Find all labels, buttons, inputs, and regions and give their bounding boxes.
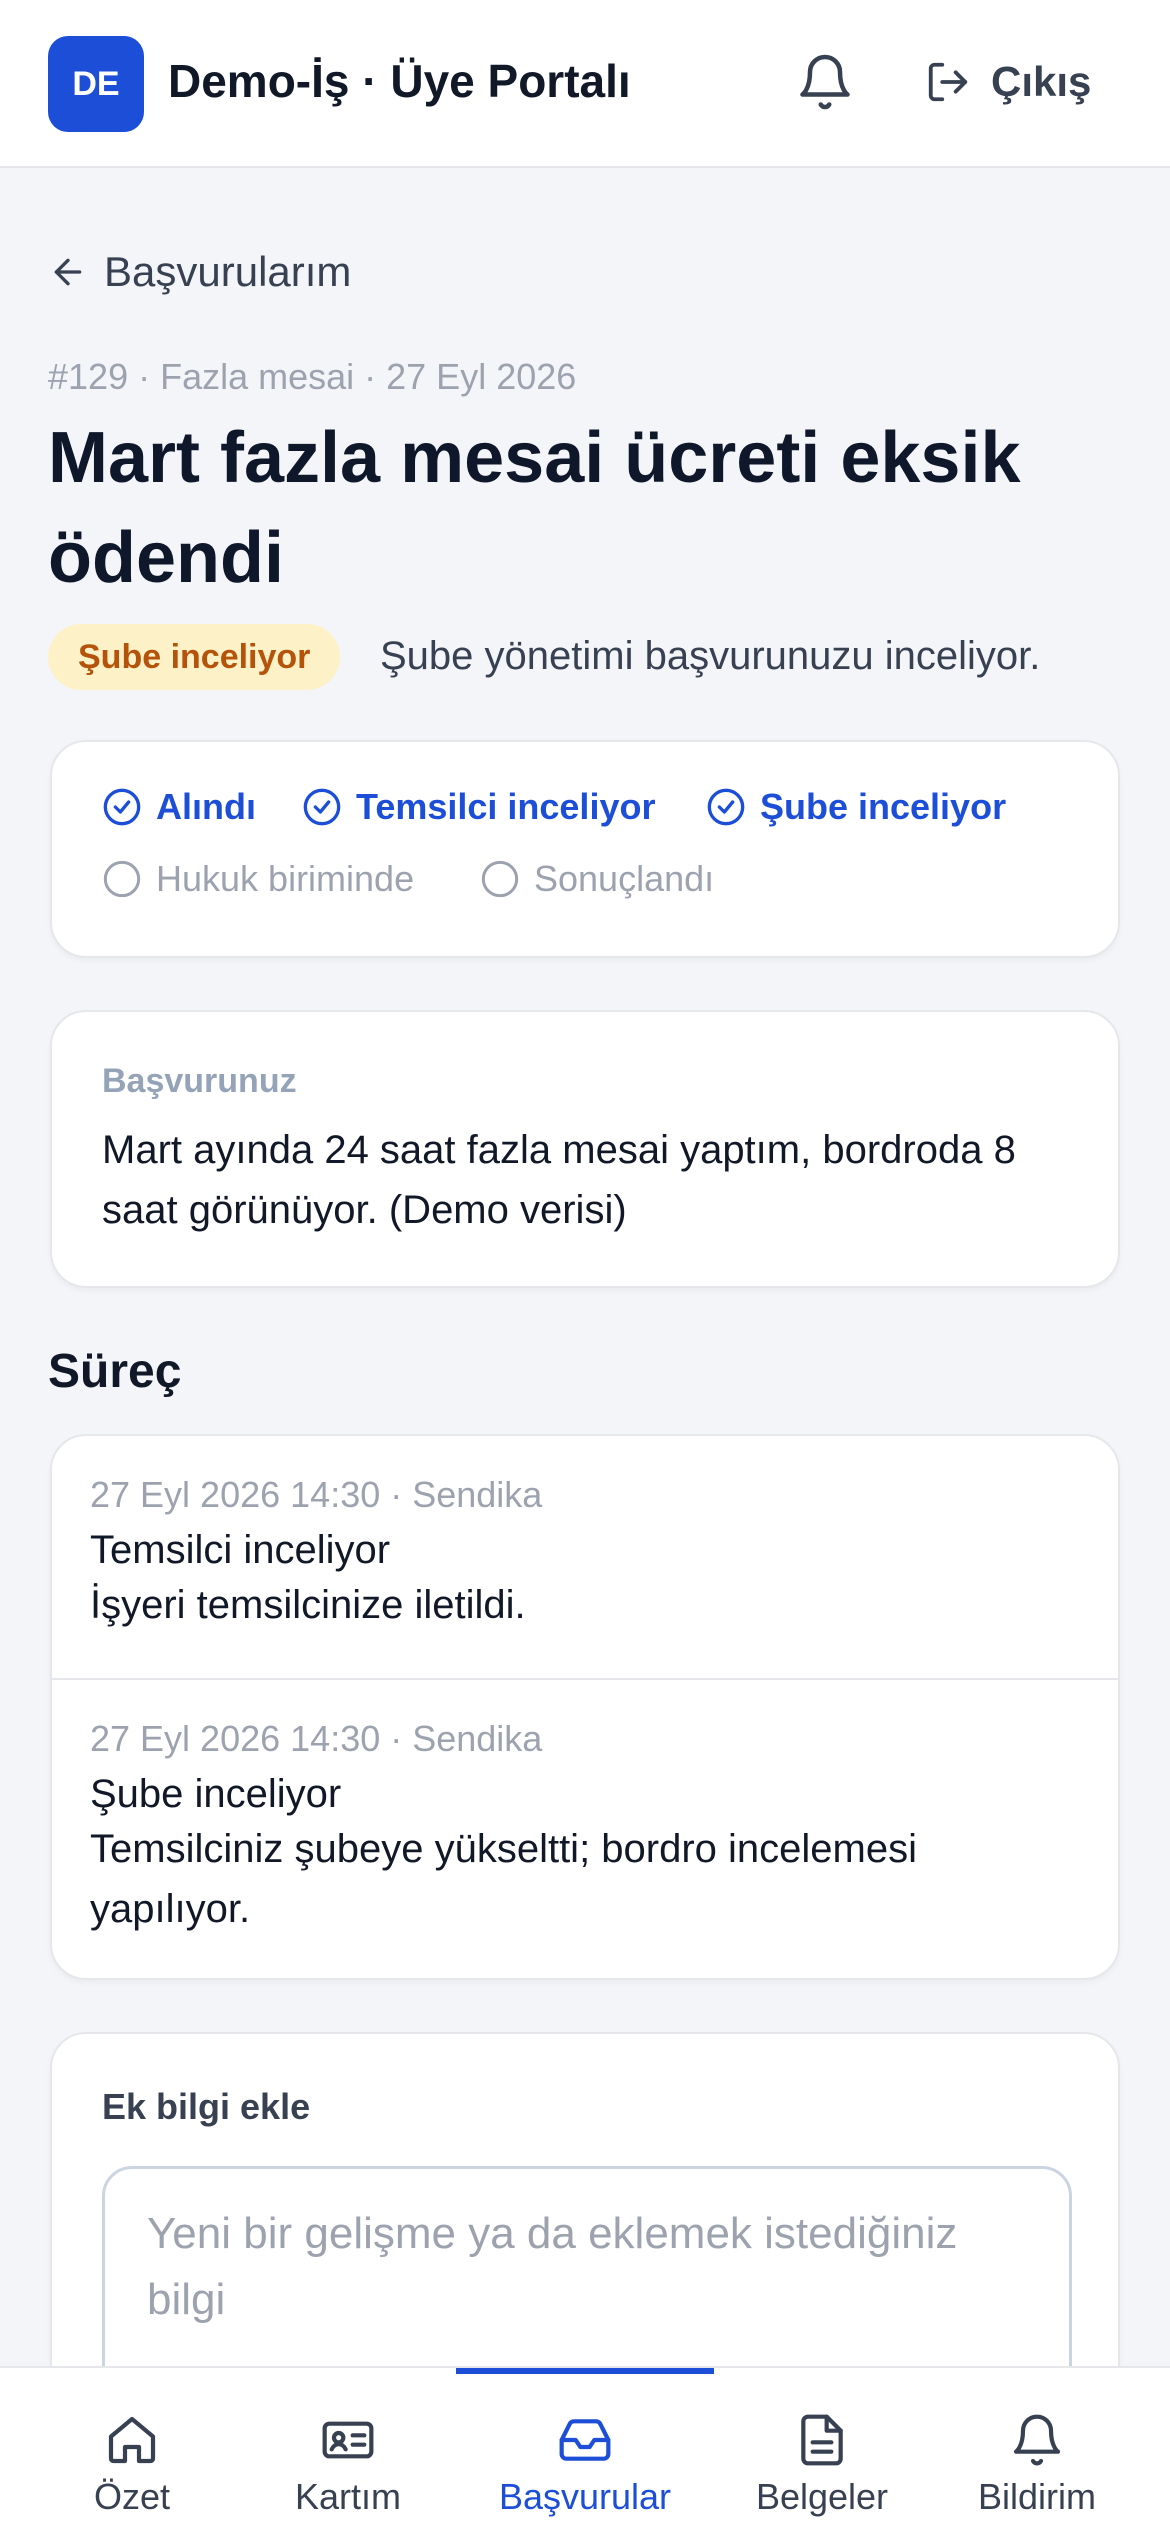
nav-item-documents[interactable]: Belgeler <box>742 2368 902 2532</box>
step-concluded: Sonuçlandı <box>480 858 714 900</box>
step-label: Temsilci inceliyor <box>356 786 656 827</box>
timeline-title: Temsilci inceliyor <box>90 1528 391 1572</box>
nav-label: Özet <box>93 2476 171 2517</box>
progress-steps: Alındı Temsilci inceliyor Şube inceliyor… <box>50 740 1120 958</box>
step-label: Alındı <box>156 786 256 827</box>
nav-item-summary[interactable]: Özet <box>62 2368 202 2532</box>
check-circle-icon <box>303 788 341 826</box>
logout-icon <box>928 62 968 102</box>
logout-label: Çıkış <box>991 58 1092 105</box>
check-circle-icon <box>103 788 141 826</box>
step-representative: Temsilci inceliyor <box>302 786 655 828</box>
timeline-meta: 27 Eyl 2026 14:30 · Sendika <box>90 1474 543 1515</box>
application-card: Başvurunuz Mart ayında 24 saat fazla mes… <box>50 1010 1120 1288</box>
bell-icon <box>1013 2414 1061 2466</box>
id-card-icon <box>322 2421 374 2459</box>
timeline-meta: 27 Eyl 2026 14:30 · Sendika <box>90 1718 543 1759</box>
status-badge: Şube inceliyor <box>48 624 341 690</box>
nav-label: Bildirim <box>977 2476 1096 2517</box>
home-icon <box>108 2416 156 2464</box>
nav-label: Kartım <box>294 2476 401 2517</box>
application-label: Başvurunuz <box>102 1062 297 1100</box>
nav-item-applications[interactable]: Başvurular <box>470 2368 700 2532</box>
bell-icon <box>800 54 850 110</box>
timeline-item: 27 Eyl 2026 14:30 · Sendika Temsilci inc… <box>52 1436 1118 1678</box>
step-legal: Hukuk biriminde <box>102 858 414 900</box>
step-label: Hukuk biriminde <box>156 858 415 899</box>
step-label: Sonuçlandı <box>534 858 715 899</box>
check-circle-icon <box>707 788 745 826</box>
timeline-description: Temsilciniz şubeye yükseltti; bordro inc… <box>90 1827 917 1931</box>
document-icon <box>801 2414 843 2466</box>
nav-label: Belgeler <box>755 2476 889 2517</box>
back-link-label: Başvurularım <box>104 248 352 295</box>
process-timeline: 27 Eyl 2026 14:30 · Sendika Temsilci inc… <box>50 1434 1120 1980</box>
add-info-label: Ek bilgi ekle <box>102 2086 311 2127</box>
timeline-item: 27 Eyl 2026 14:30 · Sendika Şube inceliy… <box>52 1678 1118 1978</box>
logo-initials: DE <box>72 64 120 103</box>
app-logo: DE <box>48 36 144 132</box>
application-meta: #129 · Fazla mesai · 27 Eyl 2026 <box>48 356 577 397</box>
arrow-left-icon <box>54 258 82 286</box>
timeline-title: Şube inceliyor <box>90 1772 342 1816</box>
timeline-description: İşyeri temsilcinize iletildi. <box>90 1583 526 1627</box>
application-body: Mart ayında 24 saat fazla mesai yaptım, … <box>102 1128 1016 1232</box>
process-title: Süreç <box>48 1345 182 1398</box>
top-bar: DE Demo-İş · Üye Portalı Çıkış <box>0 0 1170 168</box>
bottom-nav: Özet Kartım Başvurular Belgeler Bildirim <box>0 2366 1170 2532</box>
nav-item-card[interactable]: Kartım <box>278 2368 418 2532</box>
status-description: Şube yönetimi başvurunuzu inceliyor. <box>380 634 1041 678</box>
inbox-icon <box>559 2419 611 2461</box>
nav-item-notifications[interactable]: Bildirim <box>962 2368 1112 2532</box>
nav-label: Başvurular <box>498 2476 672 2517</box>
logout-button[interactable]: Çıkış <box>925 52 1091 112</box>
step-branch: Şube inceliyor <box>706 786 1006 828</box>
circle-icon <box>103 860 141 898</box>
step-label: Şube inceliyor <box>760 786 1007 827</box>
app-title: Demo-İş · Üye Portalı <box>168 55 631 107</box>
back-link[interactable]: Başvurularım <box>48 248 351 296</box>
circle-icon <box>481 860 519 898</box>
notifications-button[interactable] <box>795 52 855 112</box>
page-title: Mart fazla mesai ücreti eksik ödendi <box>48 418 1021 598</box>
step-received: Alındı <box>102 786 256 828</box>
